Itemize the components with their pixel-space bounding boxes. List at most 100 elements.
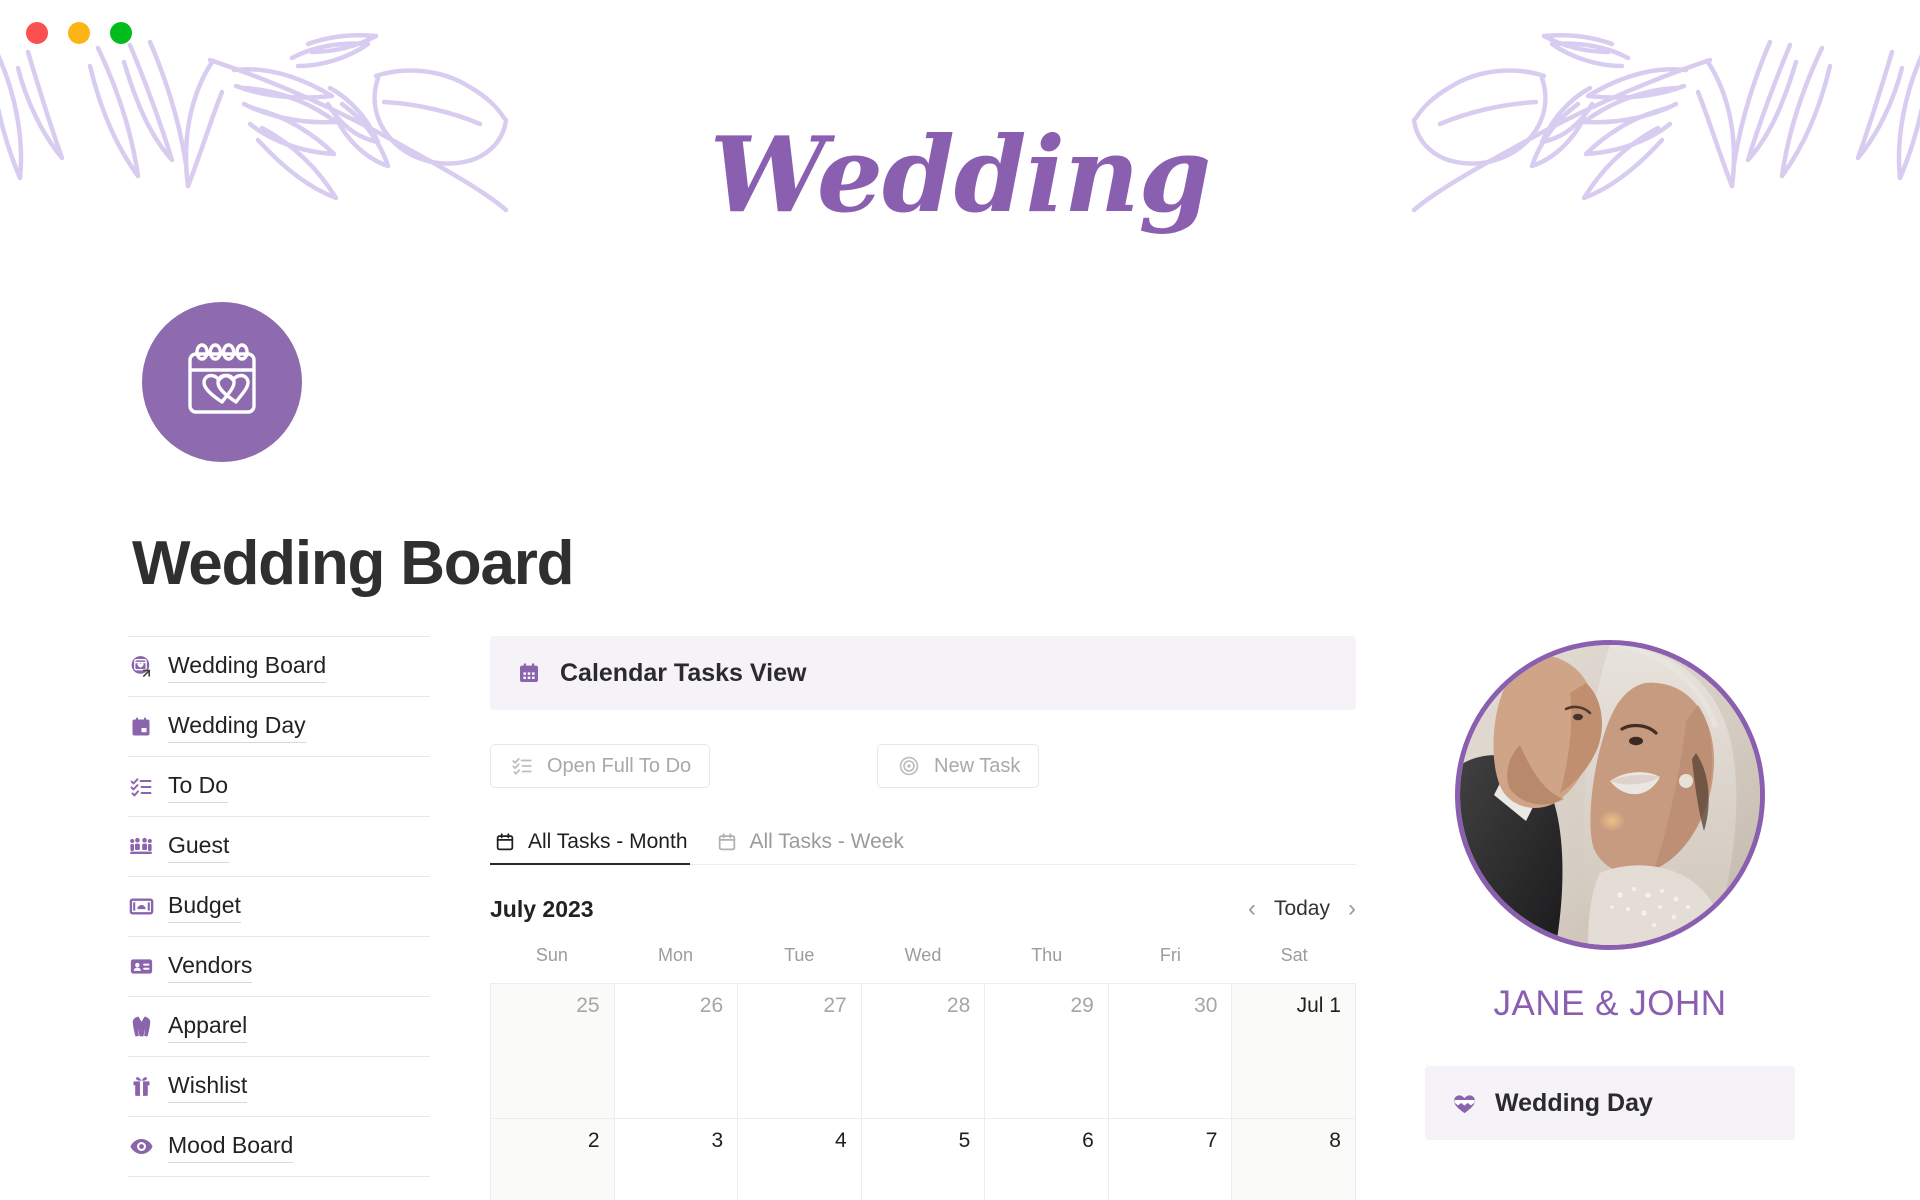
- sidebar-item-to-do[interactable]: To Do: [128, 757, 430, 817]
- calendar-day-number: 4: [835, 1129, 847, 1152]
- calendar-icon: [714, 829, 740, 855]
- checklist-icon: [509, 753, 535, 779]
- calendar-tasks-banner[interactable]: Calendar Tasks View: [490, 636, 1356, 710]
- calendar-hearts-icon: [142, 302, 302, 462]
- month-calendar: July 2023 ‹ Today › Sun Mon Tue Wed Thu …: [490, 893, 1356, 1200]
- action-button-row: Open Full To Do New Task: [490, 744, 1356, 788]
- calendar-icon: [128, 714, 154, 740]
- tab-all-tasks-week[interactable]: All Tasks - Week: [712, 829, 918, 864]
- calendar-week-row: 2 3 4 5 6 7 8: [491, 1119, 1356, 1200]
- calendar-day-number: 8: [1329, 1129, 1341, 1152]
- wedding-day-card[interactable]: Wedding Day: [1425, 1066, 1795, 1140]
- main-content: Wedding Board Wedding Day To Do Guest Bu…: [0, 636, 1920, 1200]
- calendar-header: July 2023 ‹ Today ›: [490, 893, 1356, 925]
- calendar-day-cell[interactable]: 30: [1108, 984, 1233, 1119]
- calendar-view-tabs: All Tasks - Month All Tasks - Week: [490, 823, 1356, 865]
- calendar-day-cell[interactable]: 28: [861, 984, 986, 1119]
- sidebar-item-wedding-board[interactable]: Wedding Board: [128, 637, 430, 697]
- day-header: Tue: [784, 945, 815, 965]
- tab-all-tasks-month[interactable]: All Tasks - Month: [490, 829, 702, 865]
- day-header: Sat: [1280, 945, 1308, 965]
- app-window: Wedding Wedding Board Wedding Board Wedd…: [0, 0, 1920, 1200]
- calendar-day-cell[interactable]: 7: [1108, 1119, 1233, 1200]
- button-label: Open Full To Do: [547, 754, 692, 777]
- calendar-day-cell[interactable]: 6: [985, 1119, 1109, 1200]
- calendar-day-headers: Sun Mon Tue Wed Thu Fri Sat: [490, 945, 1356, 975]
- sidebar-item-wishlist[interactable]: Wishlist: [128, 1057, 430, 1117]
- wedding-day-card-title: Wedding Day: [1495, 1088, 1653, 1117]
- calendar-day-number: 27: [823, 994, 847, 1017]
- calendar-day-number: 5: [958, 1129, 971, 1152]
- sidebar-item-label: Vendors: [168, 950, 253, 984]
- tab-label: All Tasks - Month: [528, 830, 688, 853]
- button-label: New Task: [934, 754, 1021, 777]
- day-header: Thu: [1031, 945, 1063, 965]
- contact-card-icon: [128, 954, 154, 980]
- sidebar-item-budget[interactable]: Budget: [128, 877, 430, 937]
- sidebar-item-wedding-day[interactable]: Wedding Day: [128, 697, 430, 757]
- banner-title: Calendar Tasks View: [560, 658, 807, 687]
- new-task-button[interactable]: New Task: [877, 744, 1040, 788]
- couple-names: JANE & JOHN: [1493, 984, 1727, 1023]
- calendar-day-number: 26: [699, 994, 724, 1017]
- calendar-day-number: 3: [711, 1129, 724, 1152]
- calendar-day-number: 29: [1070, 994, 1094, 1017]
- checklist-icon: [128, 774, 154, 800]
- gift-icon: [128, 1074, 154, 1100]
- today-button[interactable]: Today: [1274, 897, 1330, 921]
- chevron-left-icon[interactable]: ‹: [1248, 897, 1256, 921]
- sidebar-item-label: To Do: [168, 770, 229, 804]
- zoom-button[interactable]: [110, 22, 132, 44]
- calendar-day-cell[interactable]: 29: [985, 984, 1109, 1119]
- calendar-panel: Calendar Tasks View Open Full To Do New …: [490, 636, 1356, 1200]
- chevron-right-icon[interactable]: ›: [1348, 897, 1356, 921]
- calendar-link-icon: [128, 654, 154, 680]
- sidebar-item-label: Apparel: [168, 1010, 248, 1044]
- window-controls: [26, 22, 132, 44]
- calendar-grid: 25 26 27 28 29 30 Jul 1 2 3 4 5 6 7 8: [490, 983, 1356, 1200]
- calendar-day-cell[interactable]: 2: [491, 1119, 615, 1200]
- day-header: Wed: [904, 945, 942, 965]
- calendar-month-label: July 2023: [490, 895, 594, 922]
- sidebar-nav: Wedding Board Wedding Day To Do Guest Bu…: [128, 636, 430, 1177]
- calendar-day-number: 30: [1194, 994, 1218, 1017]
- sidebar-item-apparel[interactable]: Apparel: [128, 997, 430, 1057]
- calendar-day-cell[interactable]: 3: [614, 1119, 739, 1200]
- banknote-icon: [128, 894, 154, 920]
- page-title: Wedding Board: [132, 529, 575, 598]
- sidebar-item-mood-board[interactable]: Mood Board: [128, 1117, 430, 1177]
- couple-panel: JANE & JOHN Wedding Day: [1425, 636, 1795, 1140]
- minimize-button[interactable]: [68, 22, 90, 44]
- sidebar-item-label: Wishlist: [168, 1070, 248, 1104]
- calendar-day-number: 25: [576, 994, 600, 1017]
- heart-icon: [1451, 1090, 1477, 1116]
- tab-label: All Tasks - Week: [749, 830, 904, 853]
- sidebar-item-label: Guest: [168, 830, 230, 864]
- calendar-day-cell[interactable]: 26: [614, 984, 739, 1119]
- close-button[interactable]: [26, 22, 48, 44]
- calendar-day-cell[interactable]: 8: [1232, 1119, 1356, 1200]
- calendar-week-row: 25 26 27 28 29 30 Jul 1: [491, 984, 1356, 1119]
- sidebar-item-guest[interactable]: Guest: [128, 817, 430, 877]
- sidebar-item-label: Wedding Board: [168, 650, 327, 684]
- target-icon: [896, 753, 922, 779]
- calendar-day-cell[interactable]: 27: [738, 984, 862, 1119]
- calendar-day-number: Jul 1: [1296, 994, 1341, 1017]
- calendar-day-cell[interactable]: 4: [738, 1119, 862, 1200]
- calendar-icon: [492, 829, 518, 855]
- calendar-nav: ‹ Today ›: [1248, 897, 1356, 921]
- day-header: Fri: [1159, 945, 1181, 965]
- couple-photo: [1455, 640, 1765, 950]
- calendar-day-cell[interactable]: 5: [861, 1119, 986, 1200]
- calendar-day-cell[interactable]: 25: [491, 984, 615, 1119]
- calendar-day-number: 7: [1205, 1129, 1218, 1152]
- calendar-day-cell[interactable]: Jul 1: [1232, 984, 1356, 1119]
- sidebar-item-label: Wedding Day: [168, 710, 306, 744]
- day-header: Sun: [535, 945, 568, 965]
- open-full-todo-button[interactable]: Open Full To Do: [490, 744, 711, 788]
- sidebar-item-vendors[interactable]: Vendors: [128, 937, 430, 997]
- sidebar-item-label: Budget: [168, 890, 241, 924]
- day-header: Mon: [658, 945, 694, 965]
- cover-script-title: Wedding: [709, 113, 1212, 236]
- calendar-icon: [516, 660, 542, 686]
